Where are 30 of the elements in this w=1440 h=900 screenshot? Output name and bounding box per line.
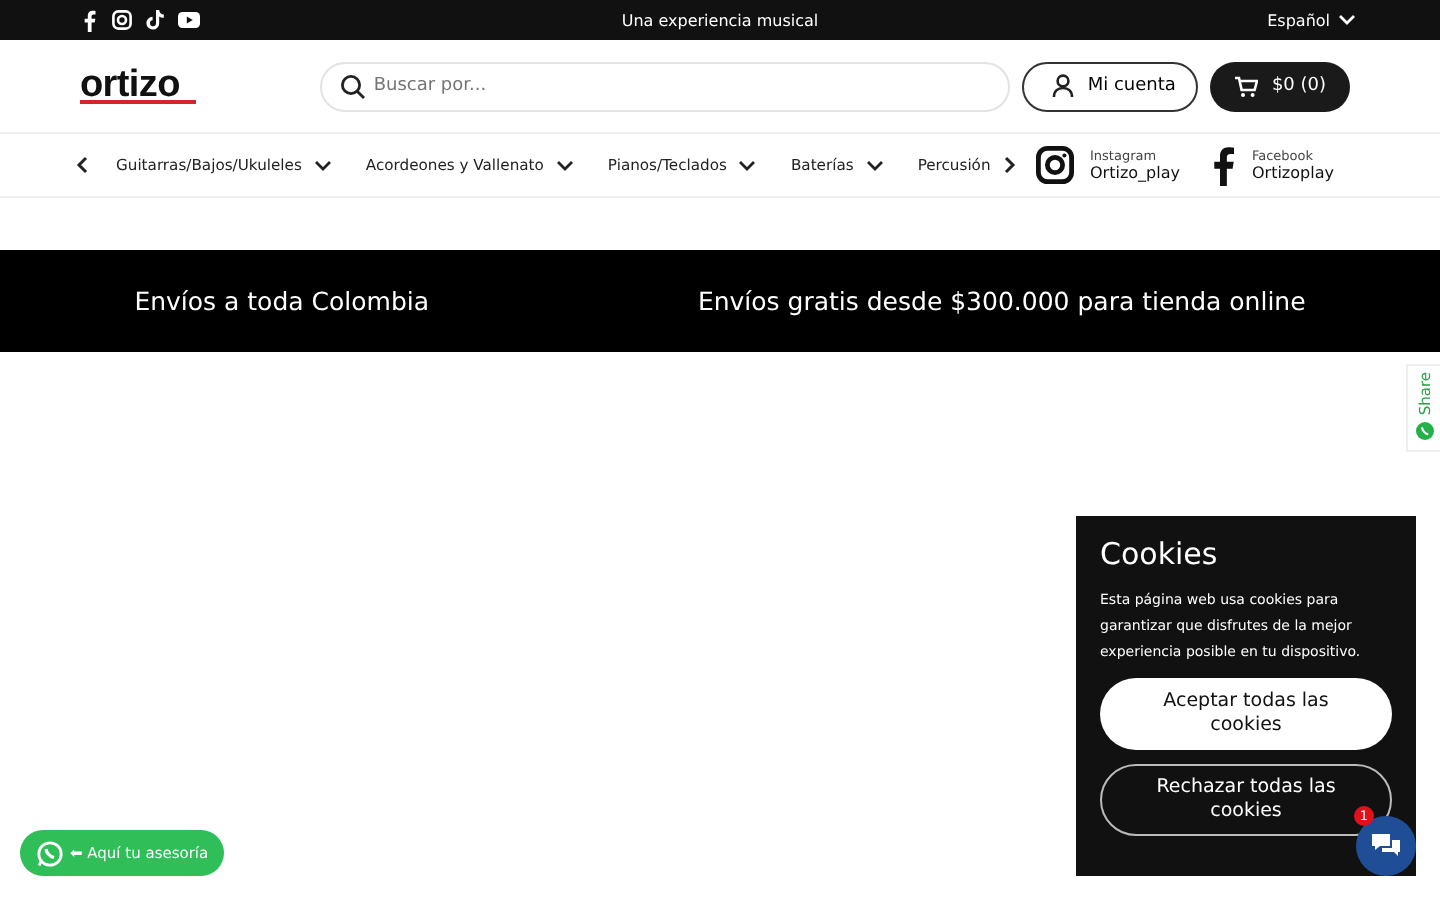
cart-button[interactable]: $0 (0) — [1209, 61, 1350, 111]
banner-text: Envíos a toda Colombia — [134, 286, 430, 316]
banner-text: Envíos gratis desde $300.000 para tienda online — [697, 286, 1306, 316]
account-button[interactable]: Mi cuenta — [1021, 61, 1198, 111]
accept-cookies-button[interactable]: Aceptar todas las cookies — [1100, 678, 1392, 750]
search-icon — [339, 73, 366, 99]
chevron-right-icon[interactable] — [1004, 156, 1016, 174]
facebook-icon[interactable] — [1211, 145, 1236, 185]
whatsapp-icon — [1415, 421, 1433, 440]
cart-icon — [1233, 75, 1258, 97]
user-icon — [1051, 74, 1074, 98]
social-handle-link[interactable]: Ortizo_play — [1090, 164, 1180, 182]
youtube-icon[interactable] — [178, 12, 200, 28]
cookie-title: Cookies — [1100, 536, 1220, 572]
chevron-left-icon[interactable] — [76, 156, 88, 174]
chevron-down-icon — [555, 159, 574, 171]
language-selector[interactable]: Español — [1267, 11, 1356, 29]
instagram-icon[interactable] — [1036, 146, 1074, 184]
search-field[interactable]: Buscar por... — [319, 61, 1010, 111]
tiktok-icon[interactable] — [146, 10, 164, 30]
whatsapp-icon — [36, 839, 64, 867]
social-handle-link[interactable]: Ortizoplay — [1251, 164, 1334, 182]
chevron-down-icon — [738, 159, 757, 171]
chevron-down-icon — [1338, 14, 1356, 26]
logo[interactable]: ortizo — [80, 69, 196, 103]
chat-icon — [1372, 834, 1400, 858]
chevron-down-icon — [313, 159, 332, 171]
facebook-icon[interactable] — [82, 9, 98, 31]
tagline: Una experiencia musical — [621, 11, 819, 29]
chevron-down-icon — [865, 159, 884, 171]
